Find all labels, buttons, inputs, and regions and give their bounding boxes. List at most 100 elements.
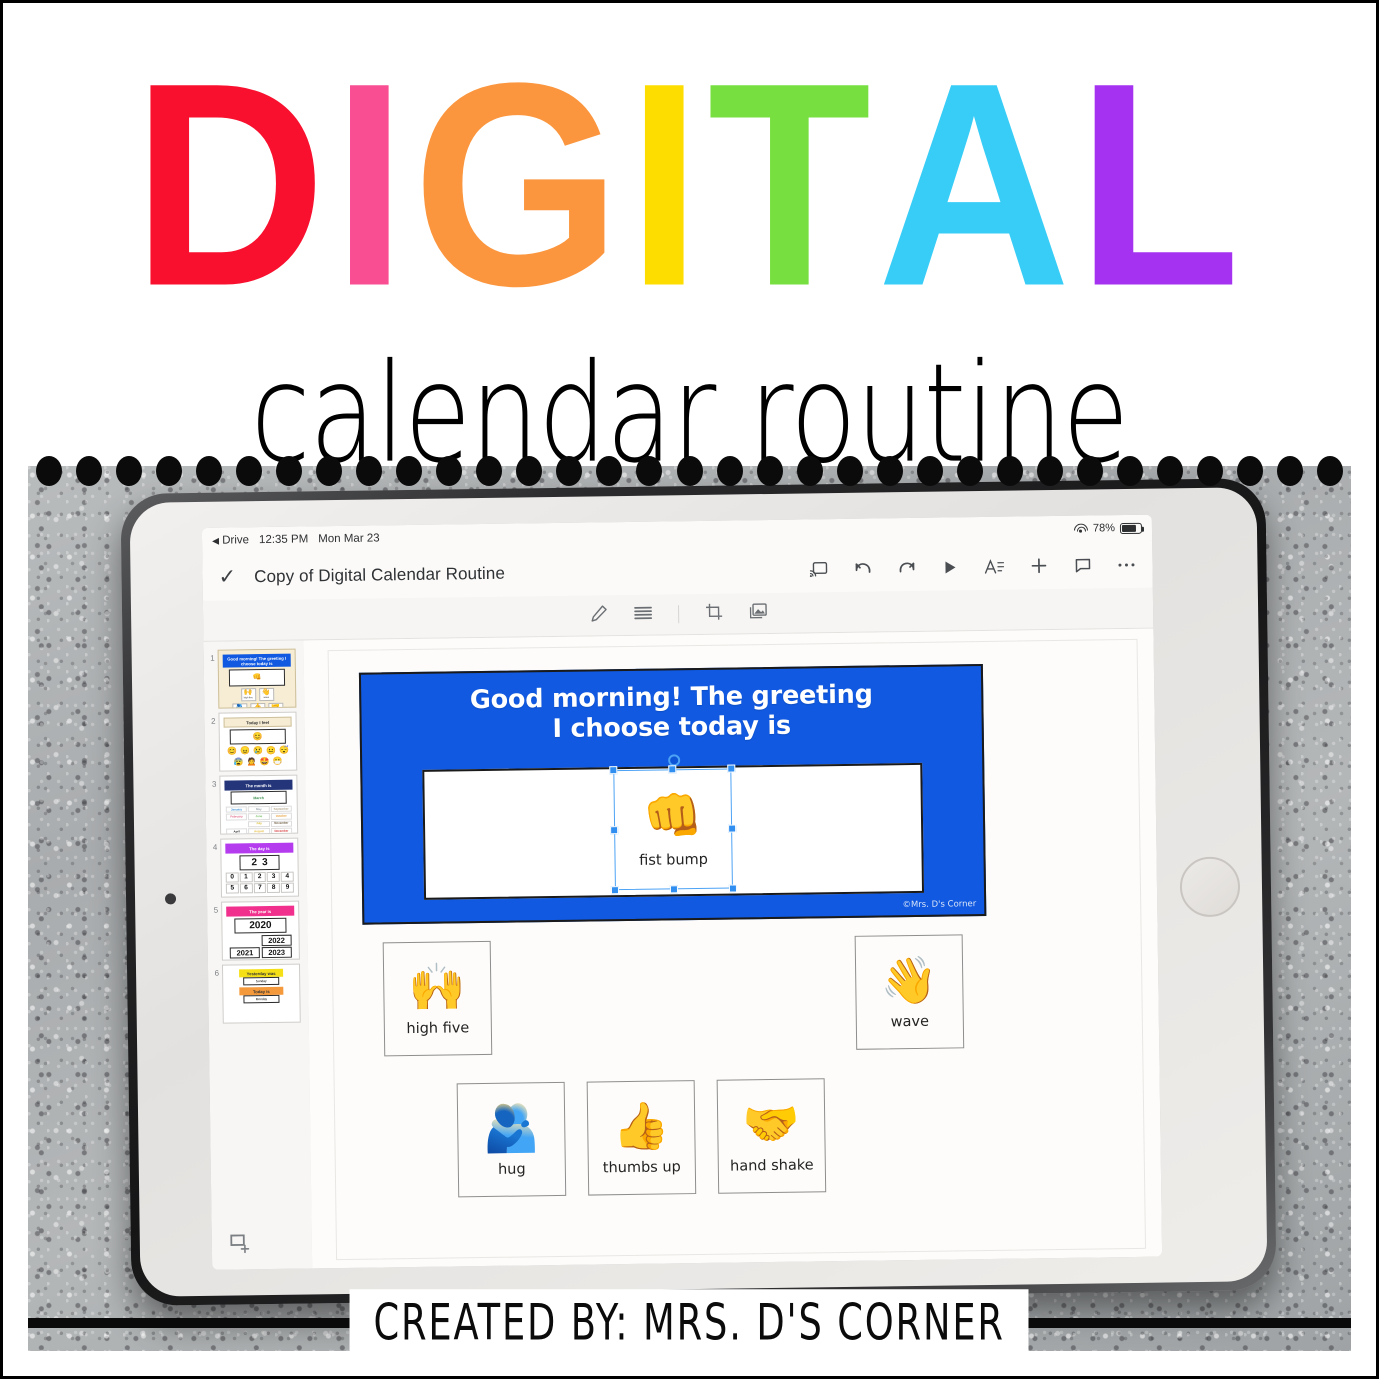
back-arrow-icon: ◀	[211, 535, 220, 546]
thumb-header-text: The year is	[226, 905, 295, 917]
add-slide-icon[interactable]	[230, 1233, 250, 1254]
thumb-header-text: The day is	[225, 842, 294, 854]
slide-thumb-3[interactable]: The month is March January May September…	[219, 774, 299, 835]
cover-title-block: DIGITAL calendar routine	[28, 28, 1351, 483]
redo-icon[interactable]	[896, 557, 916, 577]
footer-credit-strip: CREATED BY: MRS. D'S CORNER	[28, 1289, 1351, 1357]
crop-icon[interactable]	[704, 602, 722, 625]
choice-row-bottom: 🫂 hug 👍 thumbs up 🤝 hand shake	[456, 1078, 827, 1198]
back-to-drive-link[interactable]: ◀ Drive	[212, 534, 249, 547]
choice-card-wave[interactable]: 👋 wave	[854, 934, 965, 1050]
add-icon[interactable]	[1028, 556, 1048, 576]
slide-number: 1	[210, 653, 215, 663]
selected-card-wrapper[interactable]: 👊 fist bump	[609, 764, 738, 895]
answer-drop-box[interactable]: 👊 fist bump	[422, 762, 925, 900]
toolbar-divider	[677, 605, 679, 624]
thumb-answer-box: March	[230, 790, 287, 805]
title-letter-g: G	[412, 21, 628, 346]
hand-shake-icon: 🤝	[742, 1097, 801, 1151]
choice-label: high five	[406, 1020, 470, 1038]
resize-handle-se[interactable]	[728, 884, 738, 893]
selected-card-label: fist bump	[639, 851, 709, 869]
choice-card-hug[interactable]: 🫂 hug	[456, 1081, 567, 1198]
thumb-card: 👍thumbs up	[249, 702, 265, 709]
choice-card-thumbs-up[interactable]: 👍 thumbs up	[586, 1080, 697, 1196]
status-date: Mon Mar 23	[318, 532, 380, 546]
pen-icon[interactable]	[589, 604, 607, 627]
more-options-icon[interactable]	[1116, 554, 1136, 574]
resize-handle-nw[interactable]	[609, 766, 618, 775]
comment-icon[interactable]	[1072, 555, 1092, 575]
wifi-icon	[1074, 523, 1089, 534]
thumb-card: 🙌 high five	[240, 687, 256, 701]
title-letter-t: T	[707, 21, 878, 346]
thumb-emoji-row: 😰 🙍 🤩 😷	[233, 756, 283, 766]
choice-label: hand shake	[729, 1157, 814, 1175]
home-button[interactable]	[1179, 856, 1241, 918]
done-checkmark-icon[interactable]: ✓	[218, 565, 236, 588]
slide-thumbnail-item[interactable]: 3 The month is March January May Septemb…	[205, 770, 306, 835]
slide-thumbnail-panel[interactable]: 1 Good morning! The greeting I choose to…	[203, 640, 314, 1270]
resize-handle-sw[interactable]	[610, 886, 620, 895]
hug-icon: 🫂	[482, 1101, 541, 1155]
choice-row-top: 🙌 high five 👋 wave	[373, 934, 975, 1057]
resize-handle-e[interactable]	[728, 824, 737, 833]
poster-page: ◀ Drive 12:35 PM Mon Mar 23 78% ✓ Copy o…	[0, 0, 1379, 1379]
document-title[interactable]: Copy of Digital Calendar Routine	[254, 563, 505, 586]
resize-handle-n[interactable]	[668, 765, 677, 774]
slide-thumbnail-item[interactable]: 2 Today I feel 😊 😊 😠 😢 😐 😴 😰 🙍 🤩 😷	[204, 707, 305, 772]
thumb-header-text: Good morning! The greeting I choose toda…	[222, 653, 291, 668]
page-title: DIGITAL	[28, 39, 1351, 328]
thumb-header-text: Today I feel	[223, 716, 292, 728]
battery-percent-label: 78%	[1092, 522, 1116, 535]
dot-divider	[28, 454, 1351, 488]
thumb-year-grid: 2022 2021 2023	[227, 934, 295, 959]
slide-canvas[interactable]: Good morning! The greeting I choose toda…	[303, 628, 1163, 1269]
slide-thumb-6[interactable]: Yesterday was Sunday Today is Monday	[221, 963, 301, 1024]
tablet-screen: ◀ Drive 12:35 PM Mon Mar 23 78% ✓ Copy o…	[201, 514, 1163, 1270]
battery-icon	[1119, 522, 1143, 534]
thumb-day-value: Monday	[243, 994, 280, 1004]
slide-thumb-1[interactable]: Good morning! The greeting I choose toda…	[217, 648, 297, 709]
slide-thumbnail-item[interactable]: 4 The day is 23 0 1 2 3 4 5 6 7 8 9	[206, 833, 307, 898]
thumb-emoji-row: 😊 😠 😢 😐 😴	[226, 745, 289, 756]
choice-card-hand-shake[interactable]: 🤝 hand shake	[716, 1078, 827, 1194]
resize-handle-w[interactable]	[610, 826, 619, 835]
slide-number: 3	[211, 779, 217, 789]
status-time: 12:35 PM	[258, 533, 309, 547]
text-format-icon[interactable]	[984, 556, 1005, 576]
selected-card[interactable]: 👊 fist bump	[613, 768, 733, 891]
choice-card-high-five[interactable]: 🙌 high five	[382, 940, 493, 1057]
current-slide[interactable]: Good morning! The greeting I choose toda…	[358, 664, 987, 925]
resize-handle-ne[interactable]	[727, 764, 736, 773]
present-icon[interactable]	[940, 557, 960, 577]
resize-handle-s[interactable]	[669, 885, 679, 894]
slide-thumbnail-item[interactable]: 1 Good morning! The greeting I choose to…	[204, 644, 305, 709]
thumb-month-grid: January May September February June Octo…	[225, 805, 293, 835]
photo-background: ◀ Drive 12:35 PM Mon Mar 23 78% ✓ Copy o…	[28, 466, 1351, 1351]
thumb-day-value: Sunday	[243, 976, 280, 986]
cast-icon[interactable]	[808, 559, 828, 579]
slide-thumb-4[interactable]: The day is 23 0 1 2 3 4 5 6 7 8 9	[220, 837, 300, 898]
slide-thumb-2[interactable]: Today I feel 😊 😊 😠 😢 😐 😴 😰 🙍 🤩 😷	[218, 711, 298, 772]
title-letter-i1: I	[332, 21, 413, 346]
choice-label: thumbs up	[602, 1159, 681, 1177]
slide-number: 4	[212, 842, 218, 852]
thumb-header-text: The month is	[224, 779, 293, 791]
thumb-card: 🫂hug	[231, 702, 247, 709]
slide-thumbnail-item[interactable]: 5 The year is 2020 2022 2021 2023	[207, 896, 308, 961]
insert-image-icon[interactable]	[748, 602, 767, 624]
slide-thumbnail-item[interactable]: 6 Yesterday was Sunday Today is Monday	[208, 959, 309, 1024]
slide-number: 5	[213, 905, 219, 915]
copyright-notice: ©Mrs. D's Corner	[902, 899, 977, 911]
undo-icon[interactable]	[852, 558, 872, 578]
slide-work-area: Good morning! The greeting I choose toda…	[327, 638, 1147, 1261]
title-letter-i2: I	[627, 21, 708, 346]
tablet-device: ◀ Drive 12:35 PM Mon Mar 23 78% ✓ Copy o…	[120, 478, 1277, 1306]
thumbs-up-icon: 👍	[612, 1099, 671, 1153]
tablet-bezel: ◀ Drive 12:35 PM Mon Mar 23 78% ✓ Copy o…	[129, 487, 1268, 1297]
slide-thumb-5[interactable]: The year is 2020 2022 2021 2023	[221, 900, 300, 961]
paragraph-lines-icon[interactable]	[633, 605, 652, 624]
thumb-card: 🤝hand shake	[267, 702, 283, 709]
slide-number: 2	[211, 716, 216, 726]
